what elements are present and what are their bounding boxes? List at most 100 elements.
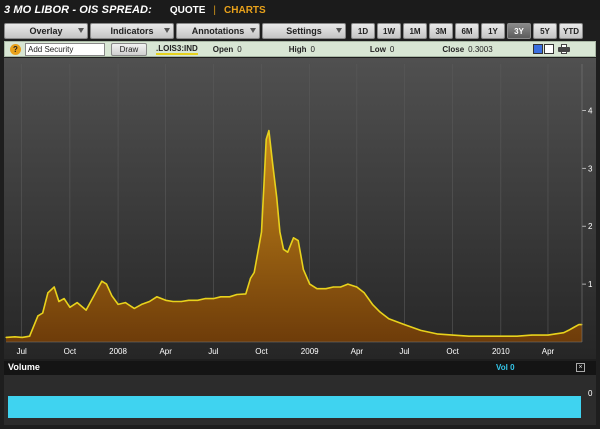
background-color-swatch[interactable] bbox=[543, 44, 554, 54]
settings-menu[interactable]: Settings bbox=[262, 23, 346, 39]
data-point bbox=[371, 303, 374, 305]
add-security-input[interactable] bbox=[25, 42, 105, 56]
price-chart[interactable]: Jul Oct 2008 Apr Jul Oct 2009 Apr Jul Oct 2010 Apr 1… bbox=[4, 58, 596, 359]
data-point bbox=[271, 161, 274, 164]
data-point bbox=[245, 293, 247, 295]
data-point bbox=[452, 334, 454, 336]
data-point bbox=[379, 311, 381, 313]
data-point bbox=[53, 286, 55, 288]
draw-button[interactable]: Draw bbox=[111, 42, 147, 56]
volume-value: Vol 0 bbox=[496, 363, 515, 372]
data-point bbox=[297, 240, 299, 242]
x-tick-label: Apr bbox=[159, 347, 172, 356]
data-point bbox=[420, 329, 422, 331]
x-tick-label: Jul bbox=[17, 347, 27, 356]
x-tick-label: 2009 bbox=[301, 347, 319, 356]
range-1d-button[interactable]: 1D bbox=[351, 23, 375, 39]
data-point bbox=[42, 312, 44, 314]
data-point bbox=[47, 292, 49, 294]
volume-axis-tick: 0 bbox=[588, 389, 593, 398]
data-point bbox=[403, 324, 406, 326]
data-point bbox=[347, 283, 349, 285]
volume-bar bbox=[8, 396, 581, 418]
range-3y-button[interactable]: 3Y bbox=[507, 23, 531, 39]
data-point bbox=[220, 296, 222, 298]
x-tick-label: Apr bbox=[351, 347, 364, 356]
nav-charts-link[interactable]: CHARTS bbox=[224, 5, 266, 16]
range-5y-button[interactable]: 5Y bbox=[533, 23, 557, 39]
x-tick-label: Oct bbox=[446, 347, 459, 356]
annotations-menu-label: Annotations bbox=[191, 26, 245, 36]
x-tick-label: Apr bbox=[542, 347, 555, 356]
data-point bbox=[141, 303, 143, 305]
data-point bbox=[229, 296, 231, 298]
data-point bbox=[21, 336, 23, 338]
data-point bbox=[547, 334, 549, 336]
data-point bbox=[468, 335, 470, 337]
data-point bbox=[516, 335, 518, 337]
data-point bbox=[63, 298, 65, 300]
data-point bbox=[302, 269, 304, 271]
data-point bbox=[563, 332, 565, 334]
nav-quote-link[interactable]: QUOTE bbox=[170, 5, 206, 16]
printer-icon[interactable] bbox=[557, 44, 570, 54]
open-label: Open bbox=[212, 44, 234, 54]
data-point bbox=[257, 248, 259, 250]
security-bar: ? Draw .LOIS3:IND Open 0 High 0 Low 0 Cl… bbox=[4, 41, 596, 57]
data-point bbox=[249, 277, 252, 279]
indicators-menu[interactable]: Indicators bbox=[90, 23, 174, 39]
price-chart-svg: Jul Oct 2008 Apr Jul Oct 2009 Apr Jul Oct 2010 Apr 1… bbox=[4, 58, 596, 359]
data-point bbox=[325, 288, 327, 290]
overlay-menu-label: Overlay bbox=[29, 26, 63, 36]
chart-toolbar: Overlay Indicators Annotations Settings … bbox=[4, 23, 596, 39]
low-value: 0 bbox=[389, 44, 395, 54]
data-point bbox=[172, 300, 174, 303]
data-point bbox=[180, 300, 182, 303]
data-point bbox=[282, 248, 285, 250]
data-point bbox=[124, 302, 126, 304]
y-tick-label: 3 bbox=[588, 164, 593, 173]
data-point bbox=[253, 271, 255, 274]
range-3m-button[interactable]: 3M bbox=[429, 23, 453, 39]
high-label: High bbox=[288, 44, 307, 54]
data-point bbox=[332, 286, 334, 288]
data-point bbox=[567, 329, 570, 331]
range-1y-button[interactable]: 1Y bbox=[481, 23, 505, 39]
range-6m-button[interactable]: 6M bbox=[455, 23, 479, 39]
data-point bbox=[165, 299, 167, 301]
data-point bbox=[263, 179, 265, 181]
overlay-menu[interactable]: Overlay bbox=[4, 23, 88, 39]
data-point bbox=[340, 286, 342, 288]
annotations-menu[interactable]: Annotations bbox=[176, 23, 260, 39]
data-point bbox=[204, 298, 206, 300]
data-point bbox=[276, 196, 278, 198]
data-point bbox=[58, 300, 60, 303]
close-icon[interactable]: × bbox=[576, 363, 585, 372]
data-point bbox=[436, 333, 438, 335]
data-point bbox=[484, 335, 486, 337]
range-1m-button[interactable]: 1M bbox=[403, 23, 427, 39]
range-1w-button[interactable]: 1W bbox=[377, 23, 401, 39]
data-point bbox=[148, 300, 151, 303]
data-point bbox=[388, 318, 390, 320]
data-point bbox=[5, 336, 7, 338]
help-icon[interactable]: ? bbox=[10, 43, 21, 55]
y-tick-label: 1 bbox=[588, 280, 593, 289]
nav-separator: | bbox=[213, 4, 217, 16]
chevron-down-icon bbox=[250, 28, 256, 33]
chevron-down-icon bbox=[164, 28, 170, 33]
series-color-swatch[interactable] bbox=[532, 44, 543, 54]
data-point bbox=[105, 283, 108, 285]
data-point bbox=[554, 333, 556, 335]
ticker-label[interactable]: .LOIS3:IND bbox=[156, 44, 198, 55]
chevron-down-icon bbox=[336, 28, 342, 33]
close-label: Close bbox=[442, 44, 465, 54]
range-ytd-button[interactable]: YTD bbox=[559, 23, 583, 39]
indicators-menu-label: Indicators bbox=[110, 26, 154, 36]
data-point bbox=[287, 251, 289, 253]
data-point bbox=[236, 293, 238, 296]
data-point bbox=[111, 295, 113, 297]
volume-title: Volume bbox=[8, 362, 40, 372]
data-point bbox=[279, 231, 281, 233]
data-point bbox=[76, 302, 78, 304]
